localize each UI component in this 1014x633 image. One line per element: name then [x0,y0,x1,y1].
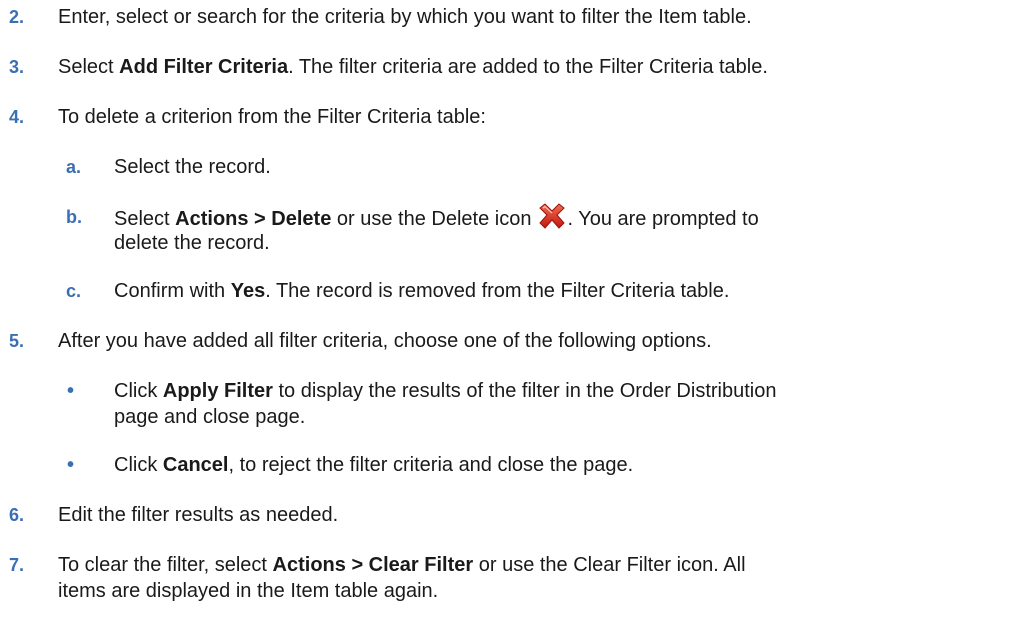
substep-letter: b. [66,207,82,227]
step-text: To clear the filter, select Actions > Cl… [58,551,746,579]
substep-letter: c. [66,281,82,301]
bullet-text-post: to display the results of the filter in … [272,380,777,402]
substep-text-post: . The record is removed from the Filter … [265,280,730,302]
ui-term-actions-delete: Actions > Delete [175,208,332,230]
ui-term-cancel: Cancel [162,454,229,476]
step-number: 4. [9,107,25,127]
delete-x-icon [537,203,567,229]
ui-term-yes: Yes [230,280,266,302]
step-text-pre: To clear the filter, select [58,554,273,576]
ui-term-apply-filter: Apply Filter [162,380,273,402]
substep-text-post: . You are prompted to [567,208,759,230]
substep-text-pre: Select [114,208,176,230]
step-text: After you have added all filter criteria… [58,330,712,352]
bullet-text-pre: Click [114,454,163,476]
step-text-line2: items are displayed in the Item table ag… [58,580,439,602]
bullet-text: Click Apply Filter to display the result… [114,377,776,405]
step-text: Edit the filter results as needed. [58,504,339,526]
step-text-pre: Select [58,56,120,78]
bullet-marker: • [67,454,75,476]
substep-letter: a. [66,157,82,177]
step-number: 3. [9,57,25,77]
ui-term-actions-clear-filter: Actions > Clear Filter [272,554,474,576]
substep-text-mid: or use the Delete icon [331,208,532,230]
ui-term-add-filter-criteria: Add Filter Criteria [119,56,289,78]
bullet-text-line2: page and close page. [114,406,306,428]
substep-text: Select the record. [114,156,271,178]
bullet-text: Click Cancel, to reject the filter crite… [114,451,633,479]
step-text: Select Add Filter Criteria. The filter c… [58,53,768,81]
step-number: 2. [9,7,25,27]
step-text: Enter, select or search for the criteria… [58,6,752,28]
step-text-post: . The filter criteria are added to the F… [288,56,768,78]
step-text: To delete a criterion from the Filter Cr… [58,106,486,128]
bullet-text-pre: Click [114,380,163,402]
step-number: 7. [9,555,25,575]
bullet-text-post: , to reject the filter criteria and clos… [228,454,634,476]
document-page: 2. Enter, select or search for the crite… [0,0,1014,633]
substep-text-pre: Confirm with [114,280,231,302]
step-number: 6. [9,505,25,525]
bullet-marker: • [67,380,75,402]
step-number: 5. [9,331,25,351]
substep-text: Confirm with Yes. The record is removed … [114,277,729,305]
step-text-post: or use the Clear Filter icon. All [473,554,746,576]
substep-text-line2: delete the record. [114,232,270,254]
